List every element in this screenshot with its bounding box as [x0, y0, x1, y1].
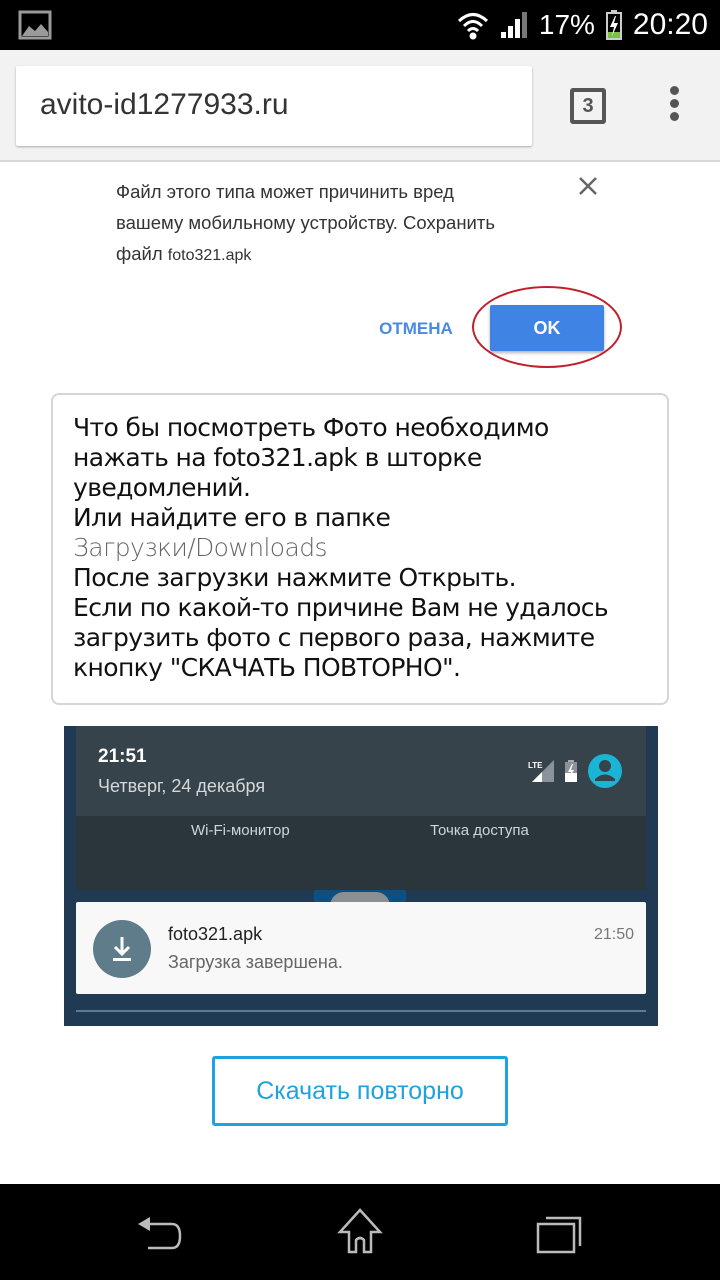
notification-time: 21:50 — [593, 926, 634, 943]
url-text: avito-id1277933.ru — [40, 88, 289, 121]
divider — [76, 1010, 646, 1012]
instruction-line: Если по какой-то причине Вам не удалось — [73, 593, 609, 622]
instructions-text: Что бы посмотреть Фото необходимо нажать… — [73, 413, 653, 683]
download-warning-dialog: Файл этого типа может причинить вред ваш… — [0, 164, 720, 384]
avatar-icon — [588, 754, 622, 788]
signal-icon — [500, 12, 527, 38]
more-vert-icon[interactable] — [664, 86, 684, 126]
download-notification: foto321.apk Загрузка завершена. 21:50 — [76, 902, 646, 994]
download-icon — [93, 920, 151, 978]
instruction-line: нажать на foto321.apk в шторке — [73, 443, 482, 472]
back-icon[interactable] — [132, 1208, 192, 1258]
status-bar: 17% 20:20 — [0, 0, 720, 50]
warning-line: вашему мобильному устройству. Сохранить — [116, 212, 495, 233]
qs-wifi-monitor: Wi-Fi-монитор — [191, 822, 290, 839]
wifi-icon — [457, 13, 488, 40]
warning-line: файл — [116, 243, 163, 264]
battery-charging-icon — [565, 760, 577, 782]
notification-subtitle: Загрузка завершена. — [168, 952, 343, 972]
instruction-line: Что бы посмотреть Фото необходимо — [73, 413, 549, 442]
battery-charging-icon — [605, 10, 622, 40]
recents-icon[interactable] — [532, 1208, 592, 1258]
quick-settings — [76, 816, 646, 890]
url-bar[interactable]: avito-id1277933.ru — [16, 66, 532, 146]
warning-file-name: foto321.apk — [167, 247, 252, 264]
download-again-button[interactable]: Скачать повторно — [212, 1056, 508, 1126]
instruction-line: После загрузки нажмите Открыть. — [73, 563, 517, 592]
svg-text:LTE: LTE — [528, 761, 543, 770]
cancel-button[interactable]: ОТМЕНА — [368, 314, 464, 344]
instructions-box: Что бы посмотреть Фото необходимо нажать… — [51, 393, 669, 705]
instruction-line-folder: Загрузки/Downloads — [73, 533, 328, 562]
tab-switcher-button[interactable]: 3 — [570, 88, 606, 124]
instruction-line: кнопку "СКАЧАТЬ ПОВТОРНО". — [73, 653, 461, 682]
close-icon[interactable] — [574, 172, 602, 200]
ok-button[interactable]: OK — [490, 305, 604, 351]
battery-percent: 17% — [538, 9, 595, 40]
home-icon[interactable] — [330, 1208, 390, 1258]
instruction-line: уведомлений. — [73, 473, 251, 502]
shade-date: Четверг, 24 декабря — [98, 776, 266, 796]
notification-title: foto321.apk — [168, 924, 263, 944]
lte-signal-icon: LTE — [528, 760, 554, 782]
warning-message: Файл этого типа может причинить вред ваш… — [116, 176, 556, 271]
shade-header: 21:51 Четверг, 24 декабря LTE — [76, 726, 646, 816]
clock: 20:20 — [632, 8, 708, 41]
warning-line: Файл этого типа может причинить вред — [116, 181, 454, 202]
browser-toolbar: avito-id1277933.ru 3 — [0, 50, 720, 162]
image-icon — [18, 10, 52, 40]
shade-status-icons: LTE — [528, 754, 622, 788]
shade-time: 21:51 — [98, 746, 147, 767]
navigation-bar — [0, 1184, 720, 1280]
qs-hotspot: Точка доступа — [430, 822, 529, 839]
instruction-line: загрузить фото с первого раза, нажмите — [73, 623, 595, 652]
instruction-line: Или найдите его в папке — [73, 503, 391, 532]
example-notification-screenshot: 21:51 Четверг, 24 декабря LTE Wi-Fi-мони… — [64, 726, 658, 1026]
